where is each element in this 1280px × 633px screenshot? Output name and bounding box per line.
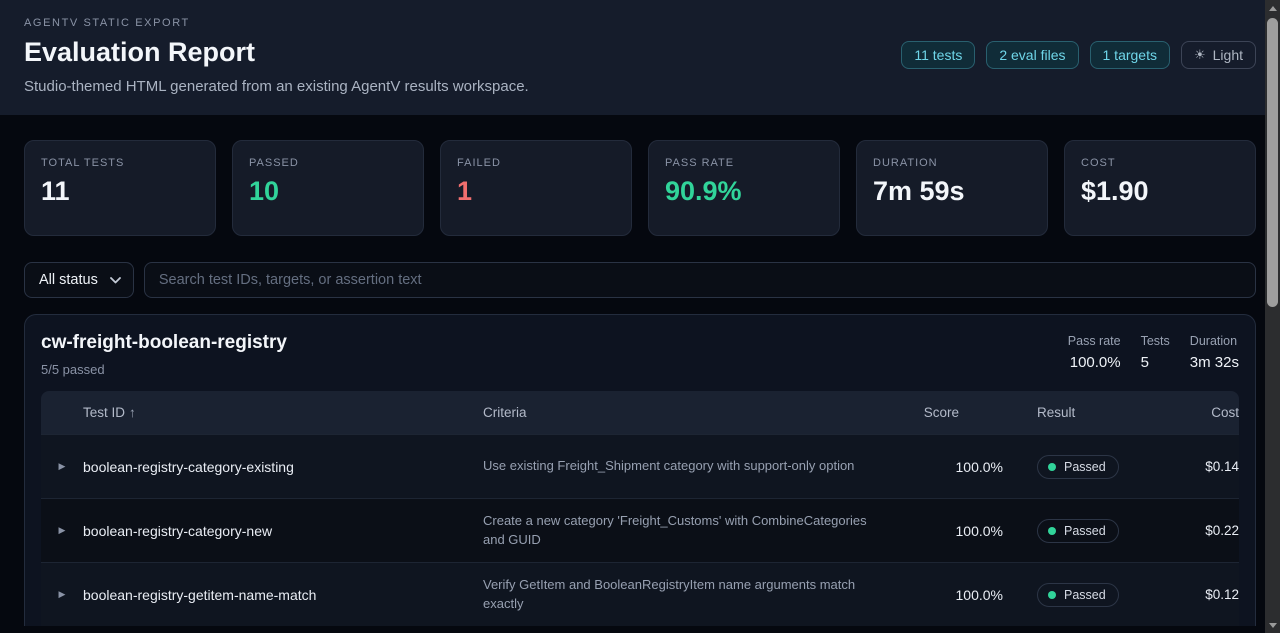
test-id-cell: boolean-registry-category-existing xyxy=(83,459,483,475)
stat-card-cost: COST $1.90 xyxy=(1064,140,1256,236)
stat-label: COST xyxy=(1081,157,1239,169)
passed-dot-icon xyxy=(1048,591,1056,599)
table-row[interactable]: ▶ boolean-registry-category-new Create a… xyxy=(41,498,1239,562)
targets-count-badge: 1 targets xyxy=(1090,41,1170,69)
criteria-cell: Create a new category 'Freight_Customs' … xyxy=(483,512,893,550)
results-table: Test ID ↑ Criteria Score Result Cost ▶ bo… xyxy=(41,391,1239,626)
group-stat-label: Pass rate xyxy=(1068,334,1121,348)
eval-files-count-badge: 2 eval files xyxy=(986,41,1078,69)
group-header-left: cw-freight-boolean-registry 5/5 passed xyxy=(41,332,287,377)
group-stats: Pass rate 100.0% Tests 5 Duration 3m 32s xyxy=(1068,332,1239,371)
criteria-cell: Verify GetItem and BooleanRegistryItem n… xyxy=(483,576,893,614)
expand-row-icon[interactable]: ▶ xyxy=(41,589,83,600)
stat-card-failed: FAILED 1 xyxy=(440,140,632,236)
stat-value: 1 xyxy=(457,176,615,207)
theme-toggle-button[interactable]: ☀ Light xyxy=(1181,41,1256,69)
theme-toggle-label: Light xyxy=(1213,47,1243,63)
stat-label: DURATION xyxy=(873,157,1031,169)
column-header-result[interactable]: Result xyxy=(1003,405,1149,420)
main-content: TOTAL TESTS 11 PASSED 10 FAILED 1 PASS R… xyxy=(0,140,1280,626)
eval-group-card: cw-freight-boolean-registry 5/5 passed P… xyxy=(24,314,1256,626)
column-header-criteria[interactable]: Criteria xyxy=(483,405,893,420)
expand-row-icon[interactable]: ▶ xyxy=(41,461,83,472)
stat-value: 7m 59s xyxy=(873,176,1031,207)
stat-card-duration: DURATION 7m 59s xyxy=(856,140,1048,236)
group-stat-value: 100.0% xyxy=(1068,354,1121,371)
stat-value: $1.90 xyxy=(1081,176,1239,207)
test-id-cell: boolean-registry-getitem-name-match xyxy=(83,587,483,603)
passed-dot-icon xyxy=(1048,527,1056,535)
score-cell: 100.0% xyxy=(893,587,1003,603)
eyebrow-label: AGENTV STATIC EXPORT xyxy=(24,17,529,29)
group-stat-tests: Tests 5 xyxy=(1141,334,1170,371)
sun-icon: ☀ xyxy=(1194,47,1206,63)
stat-label: FAILED xyxy=(457,157,615,169)
page-subtitle: Studio-themed HTML generated from an exi… xyxy=(24,78,529,95)
result-cell: Passed xyxy=(1003,455,1149,479)
group-passed-count: 5/5 passed xyxy=(41,362,287,377)
scroll-up-arrow-icon xyxy=(1269,6,1277,11)
status-badge: Passed xyxy=(1037,455,1119,479)
status-filter-select[interactable]: All status xyxy=(24,262,134,298)
column-header-label: Test ID xyxy=(83,405,125,420)
status-filter-value: All status xyxy=(39,272,98,288)
search-input[interactable] xyxy=(144,262,1256,298)
status-badge-label: Passed xyxy=(1064,588,1106,602)
group-stat-duration: Duration 3m 32s xyxy=(1190,334,1239,371)
tests-count-badge: 11 tests xyxy=(901,41,975,69)
cost-cell: $0.14 xyxy=(1149,459,1239,474)
stat-card-pass-rate: PASS RATE 90.9% xyxy=(648,140,840,236)
stats-grid: TOTAL TESTS 11 PASSED 10 FAILED 1 PASS R… xyxy=(24,140,1256,236)
stat-value: 10 xyxy=(249,176,407,207)
result-cell: Passed xyxy=(1003,583,1149,607)
header-text-block: AGENTV STATIC EXPORT Evaluation Report S… xyxy=(24,15,529,95)
criteria-cell: Use existing Freight_Shipment category w… xyxy=(483,457,893,476)
cost-cell: $0.12 xyxy=(1149,587,1239,602)
group-title: cw-freight-boolean-registry xyxy=(41,332,287,354)
header-band: AGENTV STATIC EXPORT Evaluation Report S… xyxy=(0,0,1280,115)
table-row[interactable]: ▶ boolean-registry-getitem-name-match Ve… xyxy=(41,562,1239,626)
stat-card-total-tests: TOTAL TESTS 11 xyxy=(24,140,216,236)
scrollbar[interactable] xyxy=(1265,0,1280,633)
stat-label: PASS RATE xyxy=(665,157,823,169)
table-header-row: Test ID ↑ Criteria Score Result Cost xyxy=(41,391,1239,434)
stat-card-passed: PASSED 10 xyxy=(232,140,424,236)
scroll-down-arrow-icon xyxy=(1269,623,1277,628)
status-badge: Passed xyxy=(1037,519,1119,543)
status-badge: Passed xyxy=(1037,583,1119,607)
cost-cell: $0.22 xyxy=(1149,523,1239,538)
group-header: cw-freight-boolean-registry 5/5 passed P… xyxy=(25,315,1255,391)
scrollbar-thumb[interactable] xyxy=(1267,18,1278,307)
score-cell: 100.0% xyxy=(893,459,1003,475)
column-header-cost[interactable]: Cost xyxy=(1149,405,1239,420)
chevron-down-icon xyxy=(110,277,121,284)
table-row[interactable]: ▶ boolean-registry-category-existing Use… xyxy=(41,434,1239,498)
group-stat-label: Tests xyxy=(1141,334,1170,348)
scroll-up-button[interactable] xyxy=(1265,0,1280,16)
stat-value: 90.9% xyxy=(665,176,823,207)
group-stat-value: 5 xyxy=(1141,354,1170,371)
expand-row-icon[interactable]: ▶ xyxy=(41,525,83,536)
sort-ascending-icon: ↑ xyxy=(129,405,136,420)
group-stat-pass-rate: Pass rate 100.0% xyxy=(1068,334,1121,371)
score-cell: 100.0% xyxy=(893,523,1003,539)
scroll-down-button[interactable] xyxy=(1265,617,1280,633)
group-stat-value: 3m 32s xyxy=(1190,354,1239,371)
stat-label: PASSED xyxy=(249,157,407,169)
header-badges: 11 tests 2 eval files 1 targets ☀ Light xyxy=(901,41,1256,69)
filter-row: All status xyxy=(24,262,1256,298)
stat-label: TOTAL TESTS xyxy=(41,157,199,169)
passed-dot-icon xyxy=(1048,463,1056,471)
result-cell: Passed xyxy=(1003,519,1149,543)
status-badge-label: Passed xyxy=(1064,460,1106,474)
status-badge-label: Passed xyxy=(1064,524,1106,538)
column-header-score[interactable]: Score xyxy=(893,405,1003,420)
group-stat-label: Duration xyxy=(1190,334,1239,348)
page-title: Evaluation Report xyxy=(24,37,529,68)
test-id-cell: boolean-registry-category-new xyxy=(83,523,483,539)
column-header-test-id[interactable]: Test ID ↑ xyxy=(83,405,483,420)
stat-value: 11 xyxy=(41,176,199,207)
